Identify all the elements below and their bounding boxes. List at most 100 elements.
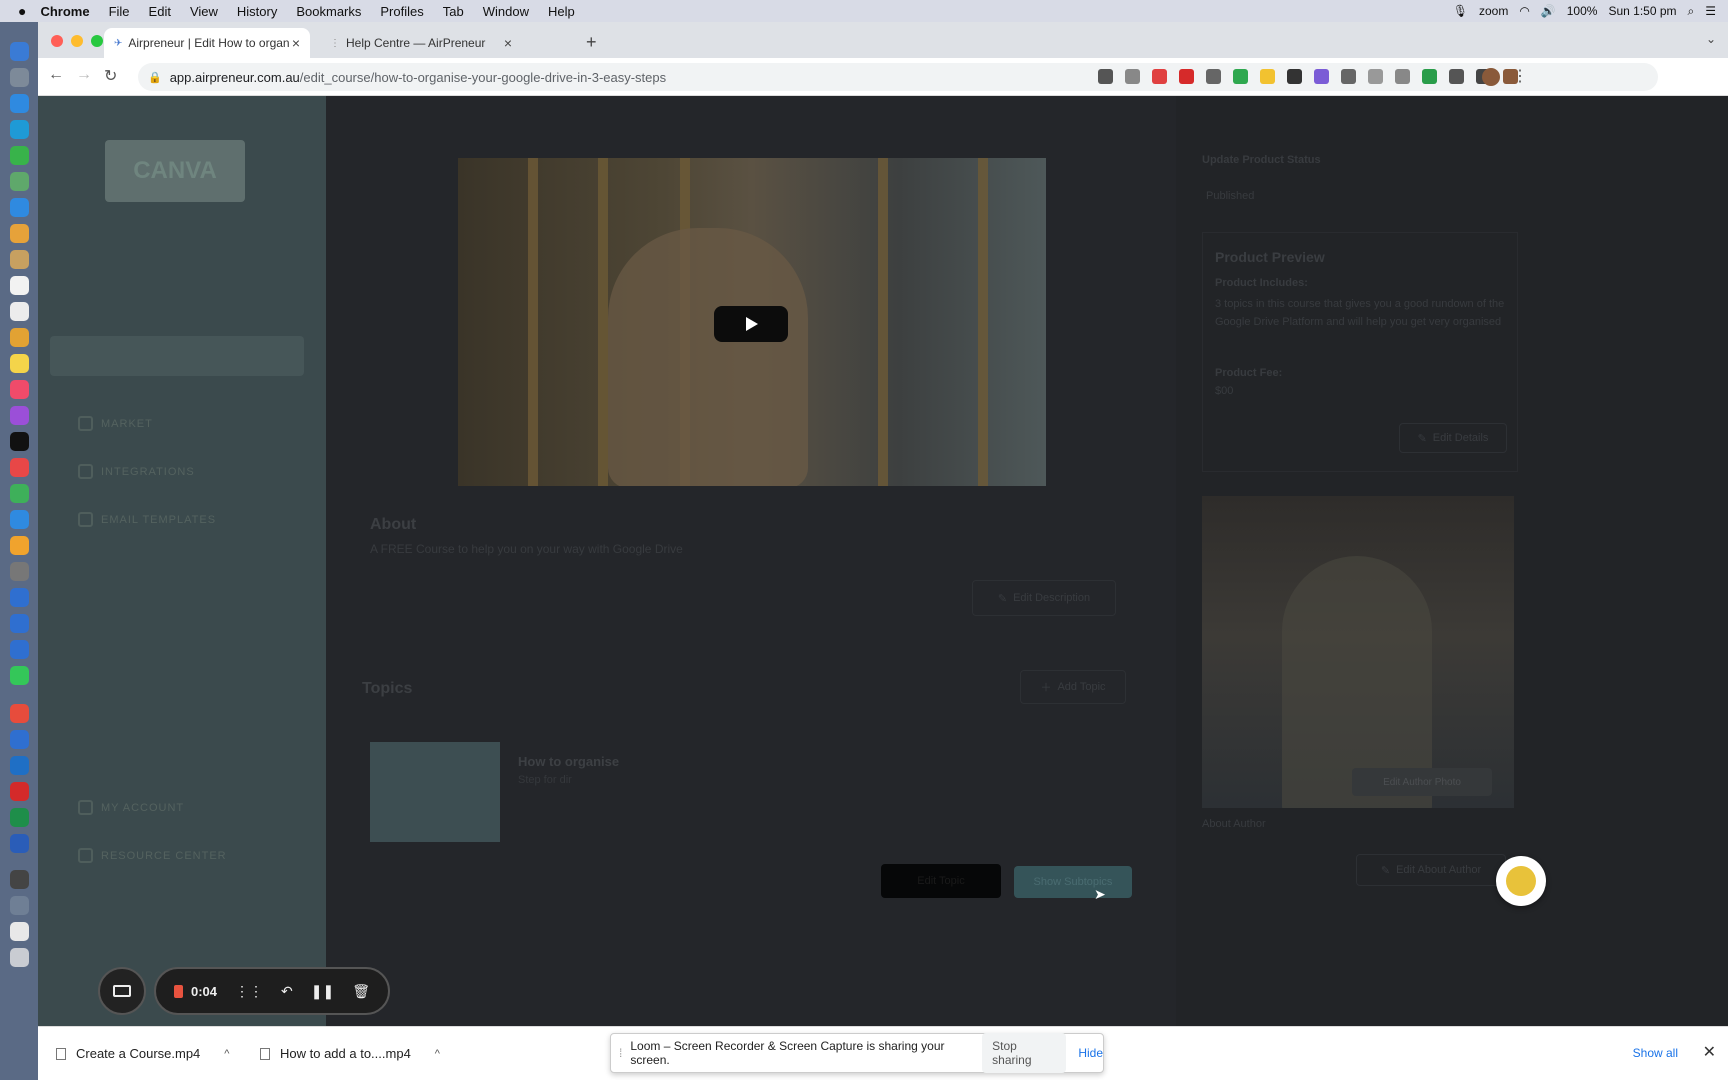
help-icon[interactable]	[10, 896, 29, 915]
launchpad-icon[interactable]	[10, 68, 29, 87]
powerpoint-icon[interactable]	[10, 704, 29, 723]
close-downloads-bar-icon[interactable]: ✕	[1703, 1042, 1716, 1062]
chrome-icon[interactable]	[10, 328, 29, 347]
sidebar-active-item[interactable]	[50, 336, 304, 376]
excel-icon[interactable]	[10, 808, 29, 827]
mail-icon[interactable]	[10, 198, 29, 217]
extension-icon[interactable]	[1341, 69, 1356, 84]
status-value[interactable]: Published	[1206, 190, 1254, 202]
menu-history[interactable]: History	[237, 4, 277, 19]
extension-icon[interactable]	[1395, 69, 1410, 84]
notes-icon[interactable]	[10, 302, 29, 321]
extension-icon[interactable]	[1287, 69, 1302, 84]
acrobat-icon[interactable]	[10, 782, 29, 801]
menu-edit[interactable]: Edit	[149, 4, 171, 19]
edit-topic-button[interactable]: Edit Topic	[881, 864, 1001, 898]
tab-airpreneur-edit[interactable]: ✈ Airpreneur | Edit How to organ ×	[104, 28, 310, 58]
battery-percent[interactable]: 100%	[1567, 4, 1598, 18]
app-store-icon[interactable]	[10, 120, 29, 139]
camera-extension-icon[interactable]	[1098, 69, 1113, 84]
volume-icon[interactable]: 🔊	[1541, 4, 1556, 18]
remote-desktop-icon[interactable]	[10, 640, 29, 659]
edit-details-button[interactable]: ✎ Edit Details	[1399, 423, 1507, 453]
chevron-up-icon[interactable]: ^	[224, 1048, 229, 1060]
loom-camera-bubble[interactable]	[1496, 856, 1546, 906]
sidebar-item-email-templates[interactable]: EMAIL TEMPLATES	[78, 512, 216, 527]
reload-button[interactable]: ↻	[104, 66, 117, 86]
word-icon[interactable]	[10, 834, 29, 853]
extension-icon[interactable]	[1449, 69, 1464, 84]
contacts-icon[interactable]	[10, 250, 29, 269]
whatsapp-icon[interactable]	[10, 666, 29, 685]
calendar-icon[interactable]	[10, 276, 29, 295]
terminal-icon[interactable]	[10, 870, 29, 889]
share-icon[interactable]	[1125, 69, 1140, 84]
play-button[interactable]	[714, 306, 788, 342]
microphone-icon[interactable]: 🎙	[1453, 4, 1468, 18]
drag-handle-icon[interactable]: ⁞	[619, 1046, 622, 1060]
outlook-icon[interactable]	[10, 756, 29, 775]
topic-card[interactable]: How to organise Step for dir	[356, 732, 1136, 852]
drawing-grid-icon[interactable]: ⋮⋮	[235, 983, 263, 1000]
pause-icon[interactable]: ❚❚	[311, 983, 334, 1000]
keynote-icon[interactable]	[10, 510, 29, 529]
chrome-menu-icon[interactable]: ⋮	[1512, 66, 1528, 86]
apple-tv-icon[interactable]	[10, 432, 29, 451]
extension-icon[interactable]	[1179, 69, 1194, 84]
menu-profiles[interactable]: Profiles	[380, 4, 423, 19]
numbers-icon[interactable]	[10, 484, 29, 503]
show-all-downloads-link[interactable]: Show all	[1633, 1046, 1678, 1060]
control-center-icon[interactable]: ☰	[1705, 4, 1716, 18]
extension-icon[interactable]	[1260, 69, 1275, 84]
menu-bookmarks[interactable]: Bookmarks	[296, 4, 361, 19]
lock-icon[interactable]: 🔒	[148, 71, 162, 84]
zoom-window-button[interactable]	[91, 35, 103, 47]
download-item[interactable]: Create a Course.mp4 ^	[56, 1046, 229, 1061]
add-topic-button[interactable]: ＋ Add Topic	[1020, 670, 1126, 704]
hide-button[interactable]: Hide	[1078, 1046, 1103, 1060]
chevron-up-icon[interactable]: ^	[435, 1048, 440, 1060]
music-icon[interactable]	[10, 380, 29, 399]
profile-avatar[interactable]	[1482, 68, 1500, 86]
menu-file[interactable]: File	[109, 4, 130, 19]
restart-icon[interactable]: ↶	[281, 983, 293, 1000]
grammarly-icon[interactable]	[1314, 69, 1329, 84]
extension-icon[interactable]	[1368, 69, 1383, 84]
minimize-window-button[interactable]	[71, 35, 83, 47]
stop-recording-button[interactable]	[174, 984, 183, 998]
finder-icon[interactable]	[10, 42, 29, 61]
system-preferences-icon[interactable]	[10, 562, 29, 581]
trash-icon[interactable]	[10, 948, 29, 967]
messages-icon[interactable]	[10, 146, 29, 165]
stop-sharing-button[interactable]: Stop sharing	[982, 1033, 1067, 1073]
download-item[interactable]: How to add a to....mp4 ^	[260, 1046, 440, 1061]
menu-window[interactable]: Window	[483, 4, 529, 19]
show-subtopics-button[interactable]: Show Subtopics	[1014, 866, 1132, 898]
photos-icon[interactable]	[10, 224, 29, 243]
clock[interactable]: Sun 1:50 pm	[1608, 4, 1676, 18]
camera-toggle-button[interactable]	[98, 967, 146, 1015]
spotlight-search-icon[interactable]: ⌕	[1688, 4, 1695, 19]
news-icon[interactable]	[10, 458, 29, 477]
back-button[interactable]: ←	[48, 66, 64, 84]
pages-icon[interactable]	[10, 536, 29, 555]
zoom-app-icon[interactable]	[10, 730, 29, 749]
bookmark-star-icon[interactable]	[1152, 69, 1167, 84]
trash-icon[interactable]: 🗑	[352, 983, 370, 1000]
menu-tab[interactable]: Tab	[443, 4, 464, 19]
edit-author-photo-button[interactable]: Edit Author Photo	[1352, 768, 1492, 796]
sidebar-item-resource-center[interactable]: RESOURCE CENTER	[78, 848, 227, 863]
tab-search-icon[interactable]: ⌄	[1706, 32, 1716, 46]
extension-icon[interactable]	[1206, 69, 1221, 84]
new-tab-button[interactable]: +	[586, 32, 597, 53]
menu-help[interactable]: Help	[548, 4, 575, 19]
stickies-icon[interactable]	[10, 354, 29, 373]
forward-button[interactable]: →	[76, 66, 92, 84]
edit-description-button[interactable]: ✎ Edit Description	[972, 580, 1116, 616]
maps-icon[interactable]	[10, 172, 29, 191]
sidebar-item-market[interactable]: MARKET	[78, 416, 153, 431]
menu-view[interactable]: View	[190, 4, 218, 19]
close-tab-icon[interactable]: ×	[292, 35, 300, 51]
safari-icon[interactable]	[10, 94, 29, 113]
downloads-stack-icon[interactable]	[10, 922, 29, 941]
